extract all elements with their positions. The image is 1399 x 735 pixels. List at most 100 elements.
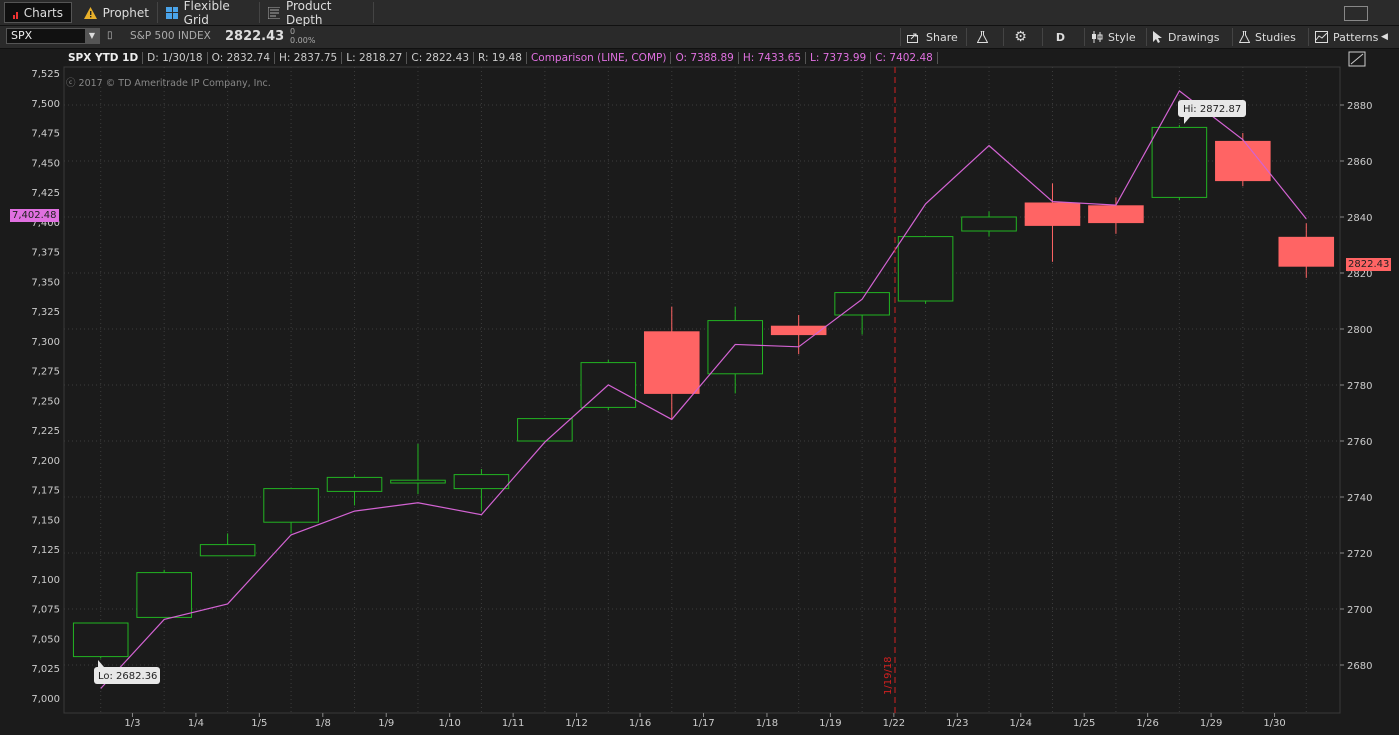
x-axis-tick-label: 1/3: [124, 718, 140, 729]
patterns-icon: [1315, 31, 1328, 43]
left-axis-tick-label: 7,375: [31, 248, 60, 259]
x-axis-tick-label: 1/25: [1073, 718, 1095, 729]
aggregation-label: D: [1055, 30, 1066, 44]
symbol-input[interactable]: SPX ▼: [6, 28, 100, 44]
info-high: H: 2837.75: [275, 52, 343, 64]
cmp-high: H: 7433.65: [739, 52, 807, 64]
left-axis-tick-label: 7,075: [31, 605, 60, 616]
x-axis-tick-label: 1/22: [883, 718, 905, 729]
candle-body: [390, 479, 446, 484]
patterns-button[interactable]: Patterns: [1308, 28, 1384, 46]
left-axis-tick-label: 7,025: [31, 664, 60, 675]
candle-body: [1215, 140, 1271, 182]
drawings-button[interactable]: Drawings: [1146, 28, 1225, 46]
copyright-text: ⓒ 2017 © TD Ameritrade IP Company, Inc.: [66, 75, 271, 89]
candle-body: [263, 488, 319, 523]
left-axis-tick-label: 7,525: [31, 69, 60, 80]
x-axis-tick-label: 1/10: [438, 718, 460, 729]
left-axis-tick-label: 7,350: [31, 277, 60, 288]
tab-bar: Charts Prophet Flexible Grid Product Dep…: [0, 0, 1399, 27]
tab-product-depth[interactable]: Product Depth: [260, 0, 374, 27]
price-chart[interactable]: 1/19/18 7,000 7,025 7,050 7,075 7,100 7,125 7,…: [0, 49, 1399, 735]
candle-body: [643, 331, 700, 394]
x-axis-tick-label: 1/11: [502, 718, 524, 729]
cmp-close: C: 7402.48: [871, 52, 938, 64]
depth-icon: [268, 6, 280, 19]
candle-body: [897, 236, 954, 302]
x-axis-tick-label: 1/16: [629, 718, 651, 729]
left-axis-tick-label: 7,225: [31, 426, 60, 437]
x-axis-tick-label: 1/18: [756, 718, 778, 729]
candle-body: [517, 418, 573, 442]
lo-label: Lo: 2682.36: [98, 671, 157, 682]
tab-prophet[interactable]: Prophet: [76, 2, 158, 23]
tab-charts[interactable]: Charts: [4, 2, 72, 23]
share-button[interactable]: Share: [900, 28, 964, 46]
flask-button[interactable]: [966, 28, 998, 46]
hi-label: Hi: 2872.87: [1183, 104, 1241, 115]
chart-toolbar: SPX ▼ ▯ S&P 500 INDEX 2822.43 0 0.00% Sh…: [0, 26, 1399, 49]
tab-label: Product Depth: [285, 0, 332, 27]
x-axis-tick-label: 1/24: [1010, 718, 1032, 729]
net-change-pct: 0.00%: [290, 36, 316, 45]
x-axis-tick-label: 1/23: [946, 718, 968, 729]
x-axis-tick-label: 1/19: [819, 718, 841, 729]
window-button[interactable]: [1344, 6, 1368, 21]
cursor-icon: [1153, 31, 1162, 43]
share-icon: [907, 33, 918, 43]
candle-body: [707, 320, 764, 375]
studies-label: Studies: [1255, 30, 1296, 44]
last-price-badge: 2822.43: [1346, 258, 1392, 271]
last-price: 2822.43: [225, 29, 285, 44]
x-axis-tick-label: 1/5: [251, 718, 267, 729]
right-axis-tick-label: 2760: [1347, 437, 1372, 448]
symbol-value: SPX: [11, 29, 33, 42]
right-axis-tick-label: 2840: [1347, 213, 1372, 224]
right-axis-tick-label: 2700: [1347, 605, 1372, 616]
right-axis-tick-label: 2860: [1347, 157, 1372, 168]
right-axis-tick-label: 2720: [1347, 549, 1372, 560]
right-axis-tick-label: 2800: [1347, 325, 1372, 336]
tab-flexible-grid[interactable]: Flexible Grid: [158, 0, 260, 27]
candle-body: [326, 476, 383, 492]
grid-icon: [166, 6, 178, 19]
warning-triangle-icon: [84, 6, 97, 19]
tab-label: Charts: [23, 5, 63, 20]
left-axis-tick-label: 7,150: [31, 515, 60, 526]
studies-button[interactable]: Studies: [1232, 28, 1302, 46]
chevron-down-icon[interactable]: ▼: [85, 29, 99, 43]
right-axis-tick-label: 2880: [1347, 101, 1372, 112]
right-axis-tick-label: 2780: [1347, 381, 1372, 392]
candle-style-icon: [1092, 31, 1103, 43]
patterns-label: Patterns: [1333, 30, 1379, 44]
tab-label: Prophet: [102, 5, 149, 20]
left-axis-tick-label: 7,050: [31, 634, 60, 645]
gear-icon: ⚙: [1014, 29, 1027, 45]
style-label: Style: [1108, 30, 1136, 44]
date-marker-label: 1/19/18: [883, 656, 894, 695]
share-label: Share: [926, 30, 958, 44]
symbol-description: S&P 500 INDEX: [130, 30, 211, 42]
style-button[interactable]: Style: [1084, 28, 1142, 46]
left-axis-tick-label: 7,275: [31, 367, 60, 378]
comparison-name: Comparison (LINE, COMP): [527, 52, 672, 64]
left-axis-tick-label: 7,250: [31, 396, 60, 407]
left-axis-tick-label: 7,125: [31, 545, 60, 556]
aggregation-button[interactable]: D: [1042, 28, 1078, 46]
chevron-left-icon[interactable]: ◀: [1381, 32, 1388, 42]
x-axis-tick-label: 1/17: [692, 718, 714, 729]
candle-body: [1278, 236, 1335, 267]
net-change: 0: [290, 27, 296, 36]
left-axis-tick-label: 7,325: [31, 307, 60, 318]
flask-icon: [1239, 31, 1250, 43]
comparison-price-badge: 7,402.48: [10, 209, 59, 222]
flask-icon: [977, 31, 988, 43]
chart-title: SPX YTD 1D: [64, 52, 144, 64]
info-low: L: 2818.27: [342, 52, 408, 64]
x-axis-tick-label: 1/26: [1136, 718, 1158, 729]
cmp-low: L: 7373.99: [806, 52, 872, 64]
candle-body: [72, 622, 129, 658]
symbol-link-icon[interactable]: ▯: [107, 30, 113, 41]
candle-body: [199, 544, 256, 557]
settings-button[interactable]: ⚙: [1003, 28, 1037, 46]
